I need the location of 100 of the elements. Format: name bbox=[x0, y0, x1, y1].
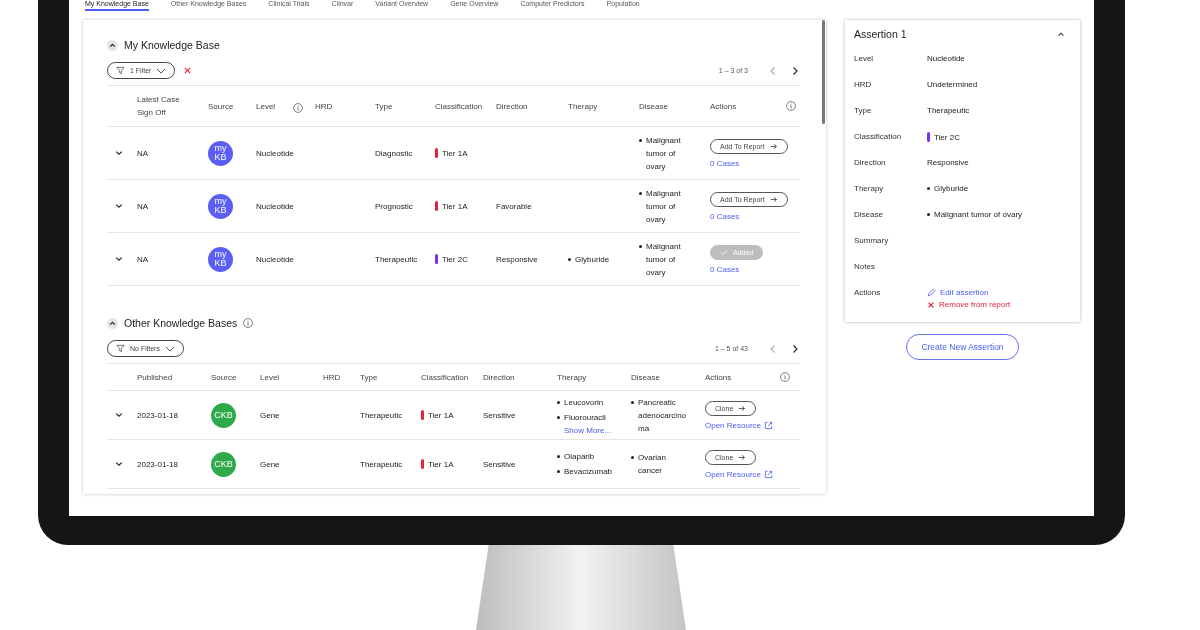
column-header: HRD bbox=[323, 371, 341, 384]
arrow-right-icon[interactable] bbox=[769, 142, 778, 150]
table-cell-text: NA bbox=[137, 254, 150, 264]
chevron-down-icon[interactable] bbox=[156, 67, 167, 74]
table-cell-text: Diagnostic bbox=[375, 148, 414, 158]
table-cell: Sensitive bbox=[483, 410, 516, 420]
field-label: Therapy bbox=[854, 184, 885, 195]
caret-icon[interactable] bbox=[1057, 31, 1065, 37]
column-header: Actions bbox=[710, 100, 737, 113]
remove-from-report-link[interactable]: Remove from report bbox=[939, 300, 1011, 309]
table-cell-text: Therapeutic bbox=[375, 254, 419, 264]
external-link-icon[interactable] bbox=[764, 469, 774, 479]
field-label: Summary bbox=[854, 236, 890, 247]
column-header: Disease bbox=[631, 371, 660, 384]
table-cell-text: 2023-01-18 bbox=[137, 459, 179, 469]
table-cell: Responsive bbox=[496, 254, 538, 264]
disease-item: Malignant tumor of ovary bbox=[639, 239, 696, 279]
expand-row-icon[interactable] bbox=[115, 412, 123, 418]
expand-row-icon[interactable] bbox=[115, 203, 123, 209]
table-cell-text: NA bbox=[137, 201, 150, 211]
chevron-down-icon[interactable] bbox=[164, 345, 175, 352]
table-cell: Tier 1A bbox=[442, 201, 468, 211]
info-icon[interactable] bbox=[786, 101, 796, 111]
field-label: Direction bbox=[854, 158, 887, 169]
table-cell: Tier 1A bbox=[442, 148, 468, 158]
table-cell-text: Therapeutic bbox=[360, 410, 404, 420]
arrow-right-icon[interactable] bbox=[769, 195, 778, 203]
column-header: Direction bbox=[496, 100, 528, 113]
table-cell: Tier 1A bbox=[428, 459, 454, 469]
filter-icon[interactable] bbox=[116, 344, 125, 353]
therapy-item: Bevacizumab bbox=[557, 465, 631, 478]
source-badge: CKB bbox=[211, 451, 236, 477]
column-header: Published bbox=[137, 371, 173, 384]
table-cell-text: Gene bbox=[260, 410, 281, 420]
expand-row-icon[interactable] bbox=[115, 461, 123, 467]
pencil-icon[interactable] bbox=[927, 288, 936, 297]
cases-link[interactable]: 0 Cases bbox=[710, 211, 740, 221]
next-page-icon[interactable] bbox=[790, 343, 800, 354]
column-header: Classification bbox=[421, 371, 469, 384]
table-cell-text: 2023-01-18 bbox=[137, 410, 179, 420]
table-cell-text: Nucleotide bbox=[256, 201, 295, 211]
section-title: Other Knowledge Bases bbox=[124, 317, 238, 329]
expand-row-icon[interactable] bbox=[115, 256, 123, 262]
section-title: My Knowledge Base bbox=[124, 39, 220, 51]
source-badge: my KB bbox=[208, 246, 233, 272]
column-header: HRD bbox=[315, 100, 333, 113]
external-link-icon[interactable] bbox=[764, 420, 774, 430]
field-label: Actions bbox=[854, 288, 882, 299]
disease-item: Ovarian cancer bbox=[631, 451, 688, 477]
filter-icon[interactable] bbox=[116, 66, 125, 75]
table-cell: Tier 1A bbox=[428, 410, 454, 420]
card-title: Assertion 1 bbox=[854, 28, 907, 40]
arrow-right-icon[interactable] bbox=[738, 453, 747, 461]
collapse-icon[interactable] bbox=[107, 39, 118, 51]
field-label: Notes bbox=[854, 262, 876, 273]
clear-filter-icon[interactable] bbox=[183, 66, 193, 75]
column-header: Therapy bbox=[557, 371, 587, 384]
show-more-link[interactable]: Show More... bbox=[564, 425, 631, 435]
close-icon[interactable] bbox=[927, 300, 935, 309]
expand-row-icon[interactable] bbox=[115, 150, 123, 156]
cases-link[interactable]: 0 Cases bbox=[710, 158, 740, 168]
therapy-item: Leucovorin bbox=[557, 395, 631, 409]
create-assertion-button[interactable]: Create New Assertion bbox=[906, 334, 1019, 360]
open-resource-link[interactable]: Open Resource bbox=[705, 469, 762, 479]
column-header: Therapy bbox=[568, 100, 598, 113]
table-cell-text: NA bbox=[137, 148, 150, 158]
arrow-right-icon[interactable] bbox=[738, 404, 747, 412]
table-cell-text: Nucleotide bbox=[256, 148, 295, 158]
field-value: Nucleotide bbox=[927, 54, 965, 63]
field-value: Therapeutic bbox=[927, 106, 970, 115]
column-header: Actions bbox=[705, 371, 732, 384]
info-icon[interactable] bbox=[293, 102, 304, 113]
column-header: Type bbox=[360, 371, 378, 384]
disease-item: Malignant tumor of ovary bbox=[639, 133, 696, 173]
info-icon[interactable] bbox=[243, 318, 254, 328]
scrollbar[interactable] bbox=[822, 20, 825, 124]
field-label: Type bbox=[854, 106, 873, 117]
disease-item: Pancreatic adenocarcinoma bbox=[631, 395, 688, 435]
table-cell: Favorable bbox=[496, 201, 532, 211]
info-icon[interactable] bbox=[780, 372, 790, 382]
field-value: Tier 2C bbox=[934, 132, 960, 142]
table-cell-text: Nucleotide bbox=[256, 254, 295, 264]
cases-link[interactable]: 0 Cases bbox=[710, 264, 740, 274]
next-page-icon[interactable] bbox=[790, 65, 800, 76]
field-label: Disease bbox=[854, 210, 884, 221]
table-cell: Tier 2C bbox=[442, 254, 468, 264]
edit-assertion-link[interactable]: Edit assertion bbox=[940, 288, 989, 297]
collapse-icon[interactable] bbox=[107, 317, 118, 329]
column-header: Latest Case Sign Off bbox=[137, 94, 181, 119]
field-label: Classification bbox=[854, 132, 903, 143]
field-label: HRD bbox=[854, 80, 873, 91]
source-badge: my KB bbox=[208, 140, 233, 166]
column-header: Direction bbox=[483, 371, 515, 384]
open-resource-link[interactable]: Open Resource bbox=[705, 420, 762, 430]
table-cell-text: Therapeutic bbox=[360, 459, 404, 469]
column-header: Source bbox=[208, 100, 234, 113]
column-header: Level bbox=[256, 100, 276, 113]
field-value: Undetermined bbox=[927, 80, 978, 89]
check-icon bbox=[720, 248, 728, 256]
field-label: Level bbox=[854, 54, 875, 65]
